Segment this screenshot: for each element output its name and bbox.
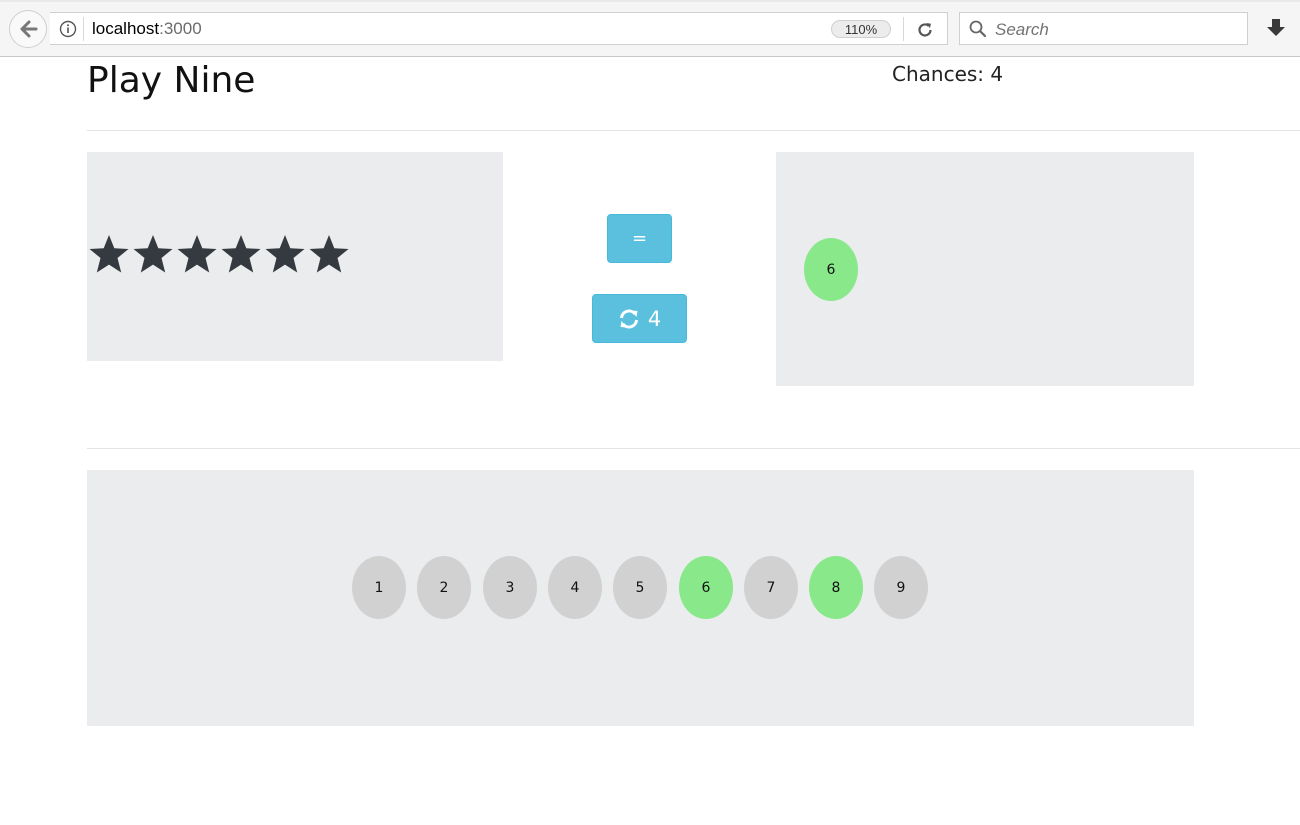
star-icon bbox=[177, 235, 217, 273]
stars-frame bbox=[87, 152, 503, 361]
number-9[interactable]: 9 bbox=[874, 556, 928, 619]
star-icon bbox=[265, 235, 305, 273]
url-divider bbox=[903, 17, 904, 41]
number-2[interactable]: 2 bbox=[417, 556, 471, 619]
url-host: localhost bbox=[92, 19, 160, 38]
url-port: :3000 bbox=[159, 19, 202, 38]
number-5[interactable]: 5 bbox=[613, 556, 667, 619]
star-icon bbox=[133, 235, 173, 273]
reload-icon[interactable] bbox=[914, 19, 936, 41]
page-title: Play Nine bbox=[87, 60, 256, 101]
info-icon[interactable] bbox=[58, 19, 78, 39]
answer-frame: 6 bbox=[776, 152, 1194, 386]
address-bar[interactable]: localhost:3000 110% bbox=[50, 12, 948, 45]
divider bbox=[87, 130, 1300, 131]
number-4[interactable]: 4 bbox=[548, 556, 602, 619]
tab-strip-edge bbox=[0, 0, 1300, 2]
number-8[interactable]: 8 bbox=[809, 556, 863, 619]
search-placeholder: Search bbox=[995, 20, 1049, 39]
url-text[interactable]: localhost:3000 bbox=[92, 19, 202, 39]
back-button[interactable] bbox=[9, 10, 47, 48]
url-divider bbox=[83, 17, 84, 41]
chances-label: Chances: 4 bbox=[892, 62, 1004, 86]
divider bbox=[87, 448, 1300, 449]
number-3[interactable]: 3 bbox=[483, 556, 537, 619]
star-icon bbox=[309, 235, 349, 273]
redraw-count: 4 bbox=[647, 306, 662, 331]
download-icon[interactable] bbox=[1265, 17, 1287, 39]
zoom-level-badge[interactable]: 110% bbox=[831, 20, 891, 38]
check-answer-button[interactable]: = bbox=[607, 214, 672, 263]
back-arrow-icon bbox=[20, 20, 38, 38]
answer-number[interactable]: 6 bbox=[804, 238, 858, 301]
refresh-icon bbox=[619, 309, 638, 328]
redraw-button[interactable]: 4 bbox=[592, 294, 687, 343]
number-1[interactable]: 1 bbox=[352, 556, 406, 619]
browser-toolbar: localhost:3000 110% Search bbox=[0, 0, 1300, 57]
numbers-frame: 123456789 bbox=[87, 470, 1194, 726]
stars-row bbox=[87, 234, 351, 274]
check-answer-label: = bbox=[631, 228, 648, 249]
number-6[interactable]: 6 bbox=[679, 556, 733, 619]
star-icon bbox=[221, 235, 261, 273]
search-bar[interactable]: Search bbox=[959, 12, 1248, 45]
star-icon bbox=[89, 235, 129, 273]
number-7[interactable]: 7 bbox=[744, 556, 798, 619]
search-icon bbox=[969, 20, 987, 38]
